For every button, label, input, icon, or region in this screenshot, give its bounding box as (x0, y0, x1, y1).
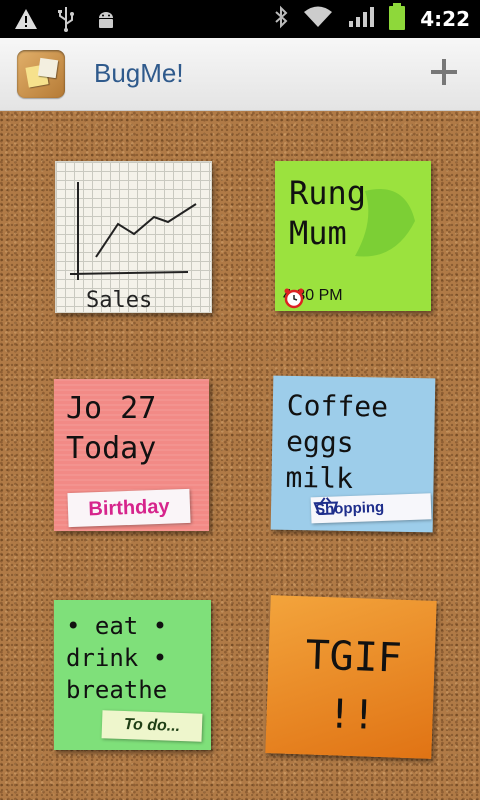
note-text: Jo 27 Today (66, 391, 157, 466)
bluetooth-icon (274, 5, 288, 33)
note-text: • eat • drink • breathe (66, 612, 168, 704)
signal-icon (348, 5, 375, 33)
corkboard: Sales Rung Mum 4:30 PM Jo 27 Today Birth… (0, 111, 480, 800)
wifi-icon (302, 5, 334, 33)
note-rung-mum[interactable]: Rung Mum 4:30 PM (275, 161, 431, 311)
app-title: BugMe! (94, 58, 184, 88)
add-note-button[interactable] (428, 56, 460, 88)
tag-shopping: Shopping (310, 493, 432, 524)
usb-icon (56, 6, 76, 36)
app-logo-icon[interactable] (17, 50, 65, 98)
battery-icon (388, 3, 406, 35)
warning-icon (14, 7, 38, 35)
sales-graph-drawing: Sales (69, 182, 197, 312)
note-tgif[interactable]: TGIF !! (265, 595, 437, 759)
note-text: Sales (86, 288, 152, 312)
note-shopping[interactable]: Coffee eggs milk Shopping (270, 375, 436, 533)
action-bar: BugMe! (0, 38, 480, 111)
shopping-basket-icon (313, 497, 339, 516)
android-debug-icon (94, 7, 118, 35)
status-bar: 4:22 (0, 0, 480, 38)
note-text: Coffee eggs milk (285, 388, 389, 496)
alarm-clock-icon (284, 288, 304, 309)
tag-birthday: Birthday (67, 488, 191, 528)
plus-icon (431, 59, 457, 85)
note-sales[interactable]: Sales (55, 161, 212, 313)
note-birthday[interactable]: Jo 27 Today Birthday (54, 379, 209, 531)
status-time: 4:22 (420, 7, 470, 31)
note-text: TGIF !! (304, 632, 403, 739)
note-text: Rung Mum (289, 174, 367, 252)
note-todo[interactable]: • eat • drink • breathe To do... (54, 600, 211, 750)
reminder-badge: 4:30 PM (283, 287, 343, 309)
tag-todo: To do... (101, 710, 203, 742)
